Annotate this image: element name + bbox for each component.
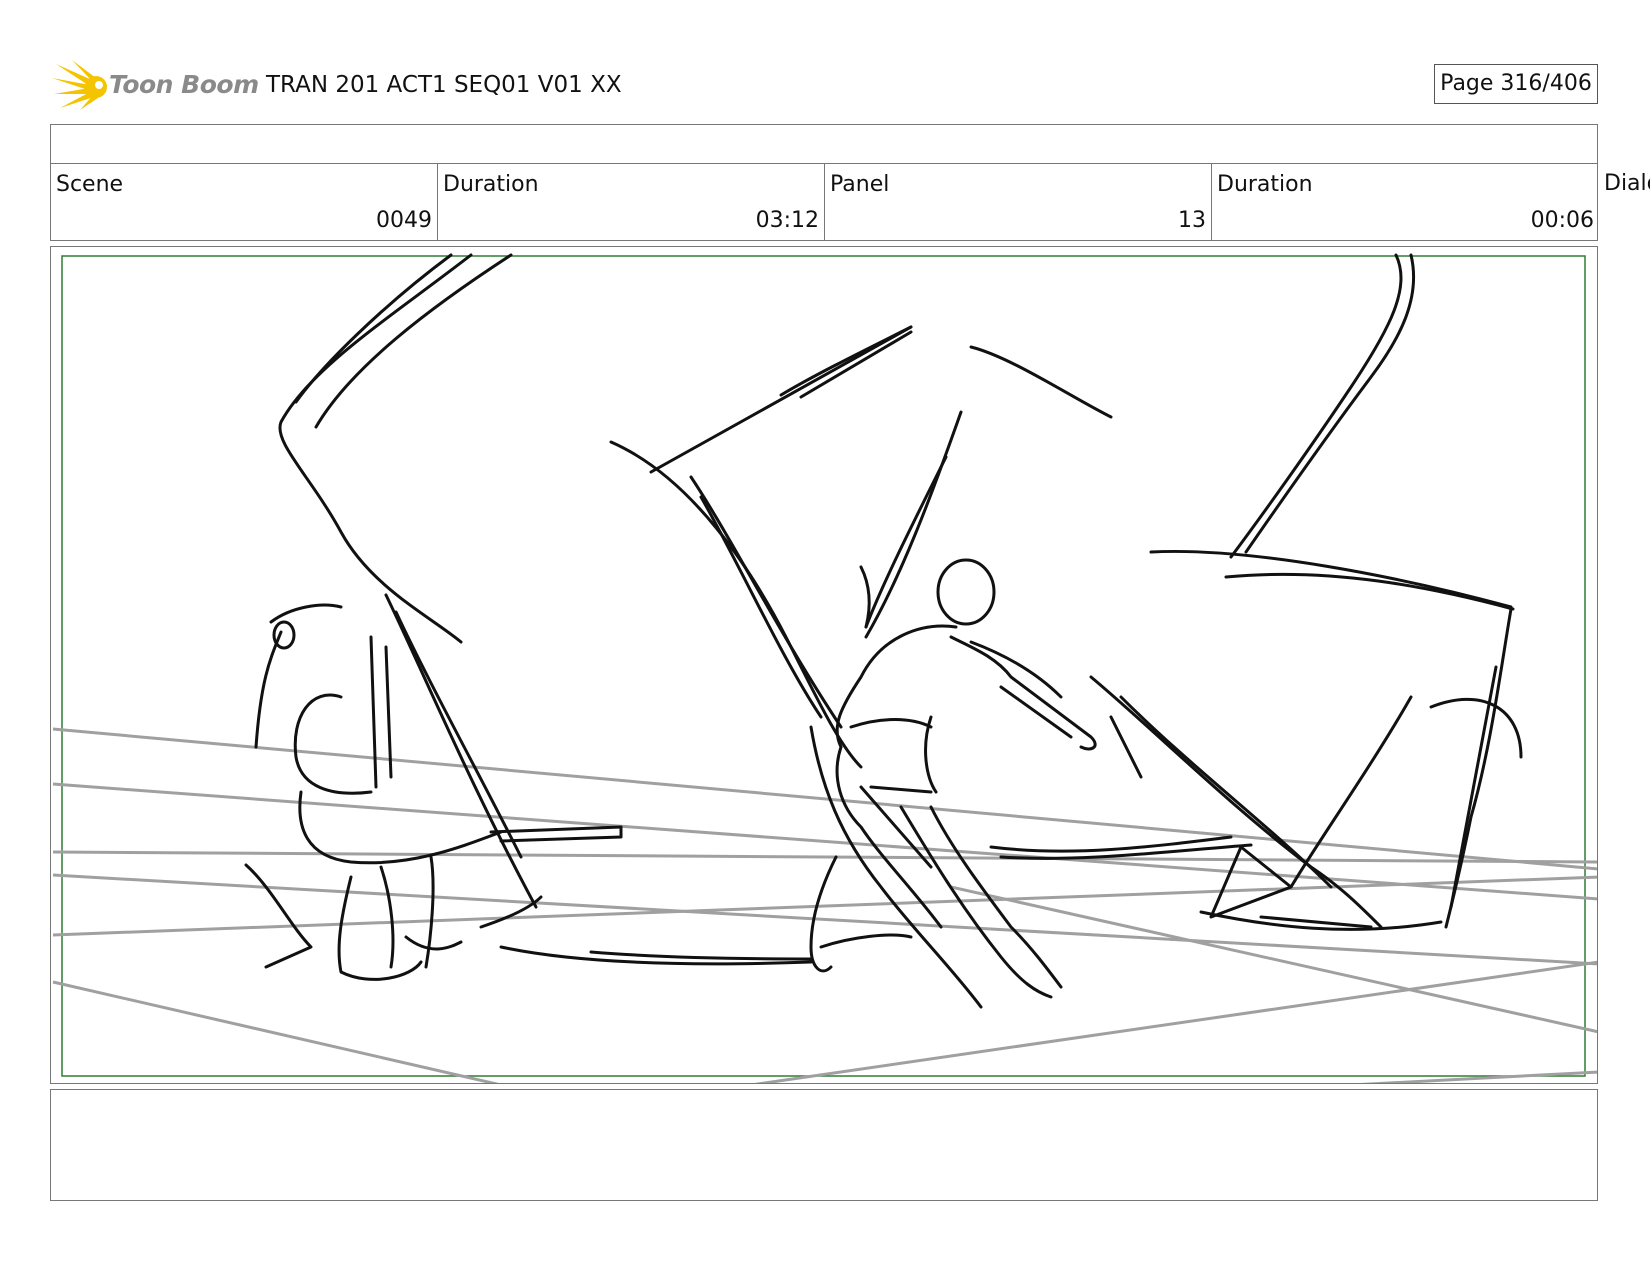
storyboard-panel — [50, 246, 1598, 1084]
panel-sketch — [52, 253, 1597, 1083]
page-indicator: Page 316/406 — [1434, 64, 1598, 104]
panel-value: 13 — [1178, 208, 1206, 233]
sketch-strokes — [244, 253, 1523, 1009]
scene-label: Scene — [56, 172, 124, 197]
scene-cell: Scene 0049 — [51, 164, 438, 240]
scene-value: 0049 — [376, 208, 432, 233]
dialog-label: Dialo — [1604, 171, 1650, 196]
scene-duration-value: 03:12 — [755, 208, 819, 233]
panel-cell: Panel 13 — [825, 164, 1212, 240]
panel-label: Panel — [830, 172, 890, 197]
logo-wordmark: Toon Boom — [109, 70, 259, 99]
header-strip — [50, 124, 1598, 164]
notes-box — [50, 1089, 1598, 1201]
panel-duration-value: 00:06 — [1530, 208, 1594, 233]
project-title: TRAN 201 ACT1 SEQ01 V01 XX — [266, 72, 622, 98]
panel-duration-cell: Duration 00:06 — [1212, 164, 1599, 240]
scene-duration-label: Duration — [443, 172, 539, 197]
panel-duration-label: Duration — [1217, 172, 1313, 197]
scene-duration-cell: Duration 03:12 — [438, 164, 825, 240]
panel-info-row: Scene 0049 Duration 03:12 Panel 13 Durat… — [50, 163, 1598, 241]
